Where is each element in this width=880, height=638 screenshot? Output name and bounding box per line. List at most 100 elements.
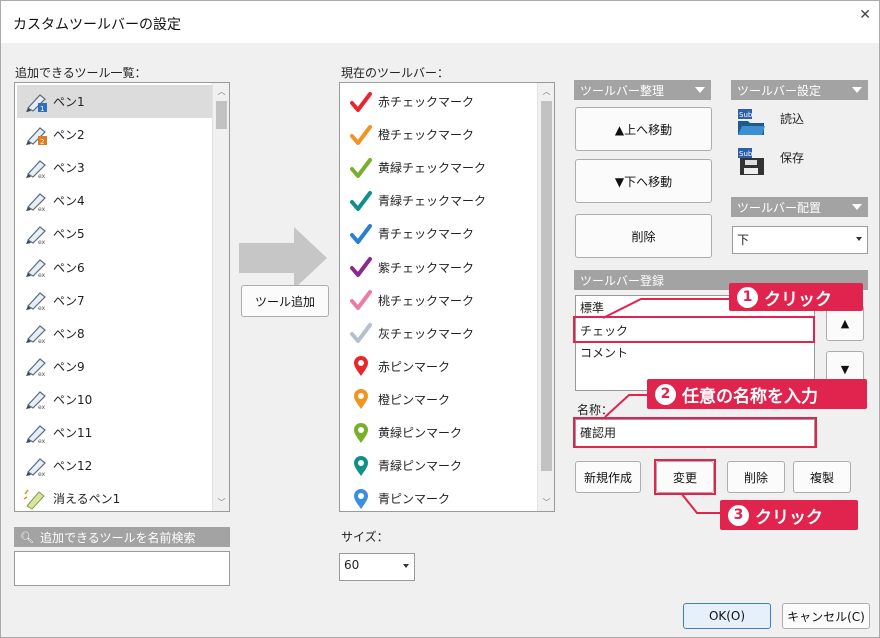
- available-tool-item[interactable]: ex ペン3: [17, 151, 214, 184]
- current-tool-item[interactable]: 灰チェックマーク: [342, 317, 539, 350]
- current-tool-label: 桃チェックマーク: [378, 293, 475, 308]
- svg-text:Sub: Sub: [739, 150, 753, 158]
- step-number: 2: [655, 383, 676, 405]
- title-bar: カスタムツールバーの設定 ✕: [1, 1, 879, 43]
- current-tool-label: 赤ピンマーク: [378, 359, 451, 374]
- available-tool-label: ペン6: [53, 260, 85, 275]
- map-pin-icon: [354, 389, 368, 410]
- available-tool-item[interactable]: 2 ペン2: [17, 118, 214, 151]
- available-tool-item[interactable]: ex ペン6: [17, 251, 214, 284]
- scroll-down-arrow[interactable]: ﹀: [213, 497, 229, 508]
- current-tool-label: 灰チェックマーク: [378, 326, 475, 341]
- current-tool-label: 橙チェックマーク: [378, 128, 475, 143]
- scroll-down-arrow[interactable]: ﹀: [538, 497, 554, 508]
- copy-button[interactable]: 複製: [793, 461, 851, 493]
- current-tool-item[interactable]: 紫チェックマーク: [342, 251, 539, 284]
- callout-line: [604, 394, 649, 418]
- scroll-thumb[interactable]: [541, 101, 552, 471]
- load-button[interactable]: Sub 読込: [736, 105, 856, 139]
- pen-icon: ex: [26, 424, 46, 444]
- tool-search-input[interactable]: [14, 551, 230, 586]
- available-tool-label: ペン5: [53, 227, 85, 242]
- available-tool-item[interactable]: ex ペン11: [17, 416, 214, 449]
- available-tool-item[interactable]: ex ペン5: [17, 217, 214, 250]
- available-tool-label: ペン1: [53, 95, 85, 109]
- svg-text:ex: ex: [38, 305, 46, 311]
- checkmark-icon: [350, 157, 372, 178]
- scroll-up-arrow[interactable]: ︿: [538, 86, 554, 97]
- ok-button[interactable]: OK(O): [683, 603, 771, 629]
- current-tool-item[interactable]: 桃チェックマーク: [342, 284, 539, 317]
- close-icon[interactable]: ✕: [859, 7, 871, 23]
- current-tool-item[interactable]: 黄緑ピンマーク: [342, 416, 539, 449]
- pen-icon: ex: [26, 358, 46, 377]
- current-tool-item[interactable]: 青緑ピンマーク: [342, 449, 539, 482]
- available-tools-label: 追加できるツール一覧：: [15, 66, 147, 80]
- svg-text:ex: ex: [38, 272, 46, 278]
- search-icon: 🔍︎: [20, 530, 34, 544]
- chevron-down-icon: [856, 237, 862, 241]
- current-tool-label: 青緑ピンマーク: [378, 459, 463, 474]
- chevron-down-icon: [852, 204, 862, 210]
- available-tools-list[interactable]: 1 ペン1 2 ペン2 ex ペン3 ex ペン4 ex ペン5 ex ペン6 ex ペン7 ex ペン8 ex…: [14, 82, 230, 512]
- step-number: 3: [728, 504, 749, 526]
- register-delete-button[interactable]: 削除: [727, 461, 785, 493]
- current-tool-label: 橙ピンマーク: [378, 392, 451, 407]
- available-tool-item[interactable]: ex ペン10: [17, 383, 214, 416]
- current-tool-item[interactable]: 橙ピンマーク: [342, 383, 539, 416]
- available-tool-item[interactable]: ex ペン12: [17, 449, 214, 482]
- svg-text:2: 2: [40, 138, 44, 146]
- available-tool-item[interactable]: ex ペン8: [17, 317, 214, 350]
- current-toolbar-label: 現在のツールバー：: [341, 66, 450, 80]
- current-tool-item[interactable]: 赤チェックマーク: [342, 85, 539, 118]
- available-tools-scrollbar[interactable]: ︿ ﹀: [212, 83, 229, 511]
- available-tool-item[interactable]: ex ペン7: [17, 284, 214, 317]
- size-select[interactable]: 60: [339, 553, 415, 581]
- move-down-button[interactable]: ▼下へ移動: [575, 159, 712, 203]
- checkmark-icon: [350, 223, 372, 244]
- svg-text:1: 1: [40, 105, 44, 113]
- tool-search-header: 🔍︎ 追加できるツールを名前検索: [14, 527, 230, 547]
- current-tool-item[interactable]: 青ピンマーク: [342, 482, 539, 511]
- available-tool-label: ペン9: [53, 359, 85, 374]
- scroll-thumb[interactable]: [216, 101, 227, 129]
- current-toolbar-scrollbar[interactable]: ︿ ﹀: [537, 83, 554, 511]
- save-button[interactable]: Sub 保存: [736, 144, 856, 178]
- current-toolbar-list[interactable]: 赤チェックマーク 橙チェックマーク黄緑チェックマーク青緑チェックマーク 青チェックマ…: [339, 82, 555, 512]
- current-tool-label: 青チェックマーク: [378, 227, 475, 242]
- available-tool-item[interactable]: ex ペン4: [17, 184, 214, 217]
- current-tool-label: 青緑チェックマーク: [378, 194, 487, 209]
- current-tool-item[interactable]: 青チェックマーク: [342, 217, 539, 250]
- available-tool-item[interactable]: 消えるペン1: [17, 482, 214, 511]
- add-tool-button[interactable]: ツール追加: [241, 285, 329, 317]
- disappearing-pen-icon: [23, 489, 45, 510]
- svg-text:ex: ex: [38, 371, 46, 377]
- chevron-down-icon: [403, 564, 409, 568]
- arrange-header[interactable]: ツールバー整理: [574, 80, 711, 100]
- checkmark-icon: [350, 323, 372, 344]
- checkmark-icon: [350, 257, 372, 277]
- scroll-up-arrow[interactable]: ︿: [213, 86, 229, 97]
- cancel-button[interactable]: キャンセル(C): [782, 603, 870, 629]
- placement-select[interactable]: 下: [732, 226, 868, 254]
- current-tool-item[interactable]: 青緑チェックマーク: [342, 184, 539, 217]
- available-tool-label: ペン3: [53, 161, 85, 176]
- save-label: 保存: [780, 150, 805, 165]
- arrange-delete-button[interactable]: 削除: [575, 214, 712, 258]
- new-toolbar-button[interactable]: 新規作成: [575, 461, 641, 493]
- svg-text:ex: ex: [38, 173, 46, 179]
- current-tool-item[interactable]: 橙チェックマーク: [342, 118, 539, 151]
- svg-text:ex: ex: [38, 438, 46, 444]
- pen-icon: 2: [26, 126, 47, 146]
- current-tool-item[interactable]: 黄緑チェックマーク: [342, 151, 539, 184]
- placement-header[interactable]: ツールバー配置: [731, 197, 868, 217]
- callout-text: 任意の名称を入力: [682, 386, 818, 407]
- list-item[interactable]: コメント: [580, 341, 628, 363]
- move-up-button[interactable]: ▲上へ移動: [575, 107, 712, 151]
- available-tool-item[interactable]: 1 ペン1: [17, 85, 214, 118]
- current-tool-label: 黄緑ピンマーク: [378, 426, 463, 440]
- available-tool-item[interactable]: ex ペン9: [17, 350, 214, 383]
- current-tool-label: 赤チェックマーク: [378, 95, 475, 109]
- toolbar-settings-header[interactable]: ツールバー設定: [731, 80, 868, 100]
- current-tool-item[interactable]: 赤ピンマーク: [342, 350, 539, 383]
